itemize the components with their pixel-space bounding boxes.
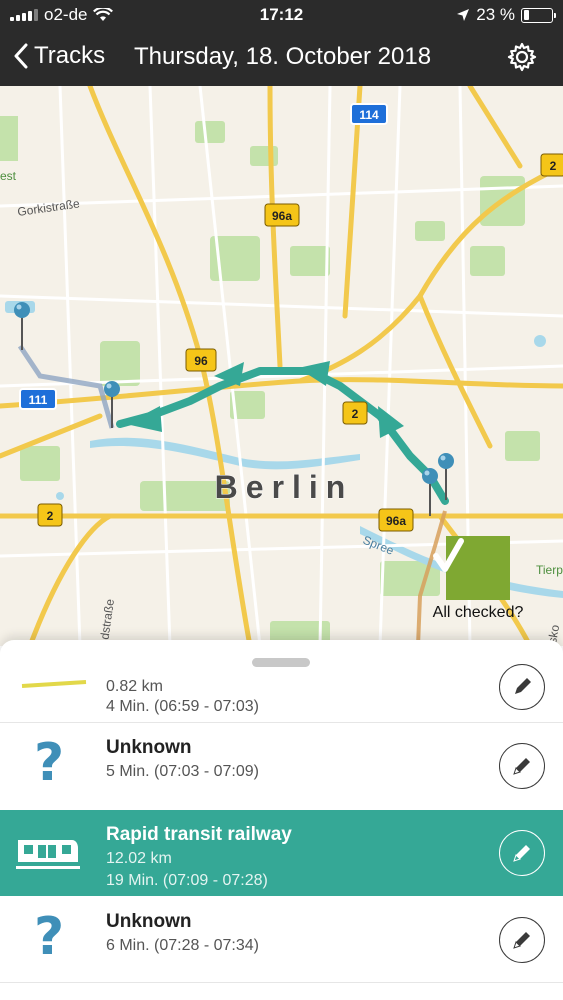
street-label-uhlandstrasse: Uhlandstraße <box>93 598 117 646</box>
all-checked-button[interactable]: All checked? <box>428 536 528 622</box>
road-badge-96a-north: 96a <box>264 203 300 227</box>
street-label-est: est <box>0 169 17 183</box>
street-label-tierp: Tierp <box>536 563 563 577</box>
location-arrow-icon <box>457 9 470 21</box>
edit-button[interactable] <box>499 743 545 789</box>
road-badge-label: 111 <box>29 393 48 407</box>
road-badge-2-west: 2 <box>37 503 63 527</box>
row-title: Unknown <box>106 737 192 758</box>
divider <box>0 982 563 983</box>
map-view[interactable]: 114 2 96a 96 111 2 2 96a Gorkistraße Uhl… <box>0 86 563 646</box>
page-title: Thursday, 18. October 2018 <box>134 43 432 70</box>
road-badge-114: 114 <box>350 103 388 125</box>
timeline-row[interactable]: ? Unknown 6 Min. (07:28 - 07:34) <box>0 897 563 983</box>
battery-icon <box>521 7 556 23</box>
back-label: Tracks <box>34 42 106 69</box>
pencil-icon <box>515 678 531 694</box>
road-badge-2-east: 2 <box>540 153 563 177</box>
timeline-row[interactable]: ? Unknown 5 Min. (07:03 - 07:09) <box>0 723 563 809</box>
navigation-bar: Tracks Thursday, 18. October 2018 <box>0 30 563 86</box>
city-label: Berlin <box>215 469 354 505</box>
battery-percent: 23 % <box>476 5 515 24</box>
road-badge-label: 2 <box>352 407 359 421</box>
row-duration: 5 Min. (07:03 - 07:09) <box>106 763 259 780</box>
timeline-row-partial[interactable]: 0.82 km 4 Min. (06:59 - 07:03) <box>0 664 563 724</box>
row-duration: 4 Min. (06:59 - 07:03) <box>106 698 259 715</box>
back-button[interactable]: Tracks <box>14 42 105 70</box>
road-badge-111: 111 <box>19 388 57 410</box>
status-bar: o2-de 17:12 23 % <box>0 0 563 30</box>
question-mark-icon: ? <box>34 907 65 967</box>
checkmark-icon <box>433 536 510 600</box>
edit-button[interactable] <box>499 830 545 876</box>
road-badge-96a-south: 96a <box>378 508 414 532</box>
question-mark-icon: ? <box>34 733 65 793</box>
row-distance: 12.02 km <box>106 850 172 867</box>
row-distance: 0.82 km <box>106 678 163 695</box>
timeline-sheet[interactable]: 0.82 km 4 Min. (06:59 - 07:03) ? Unknown… <box>0 640 563 1000</box>
road-badge-label: 2 <box>47 509 54 523</box>
road-badge-label: 96 <box>194 354 208 368</box>
row-duration: 6 Min. (07:28 - 07:34) <box>106 937 259 954</box>
road-badge-label: 114 <box>359 108 379 122</box>
row-title: Rapid transit railway <box>106 824 292 845</box>
train-icon <box>16 840 80 869</box>
pencil-icon <box>513 845 530 862</box>
edit-button[interactable] <box>499 664 545 710</box>
pencil-icon <box>513 758 530 775</box>
walk-track-icon <box>21 680 87 688</box>
sheet-grabber[interactable] <box>252 658 310 667</box>
road-badge-label: 96a <box>272 209 292 223</box>
road-badge-96: 96 <box>185 348 217 372</box>
chevron-left-icon <box>14 43 28 69</box>
all-checked-label: All checked? <box>432 604 524 621</box>
road-badge-2-center: 2 <box>342 401 368 425</box>
row-title: Unknown <box>106 911 192 932</box>
pencil-icon <box>513 932 530 949</box>
road-badge-label: 2 <box>550 159 557 173</box>
pin-icon <box>14 302 30 350</box>
street-label-gorkistrasse: Gorkistraße <box>16 196 80 219</box>
gear-icon[interactable] <box>507 42 537 72</box>
road-badge-label: 96a <box>386 514 406 528</box>
row-duration: 19 Min. (07:09 - 07:28) <box>106 872 268 889</box>
edit-button[interactable] <box>499 917 545 963</box>
timeline-row-selected[interactable]: Rapid transit railway 12.02 km 19 Min. (… <box>0 810 563 896</box>
